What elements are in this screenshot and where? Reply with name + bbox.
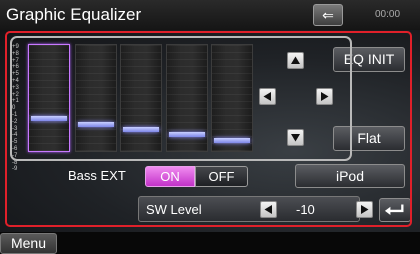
back-button[interactable]: ⇐ xyxy=(313,4,343,26)
menu-button[interactable]: Menu xyxy=(0,233,57,254)
footer-bar xyxy=(0,232,420,254)
page-title: Graphic Equalizer xyxy=(6,5,142,24)
eq-area-outline xyxy=(10,36,352,161)
back-arrow-icon: ⇐ xyxy=(322,7,334,23)
clock: 00:00 xyxy=(375,9,401,20)
